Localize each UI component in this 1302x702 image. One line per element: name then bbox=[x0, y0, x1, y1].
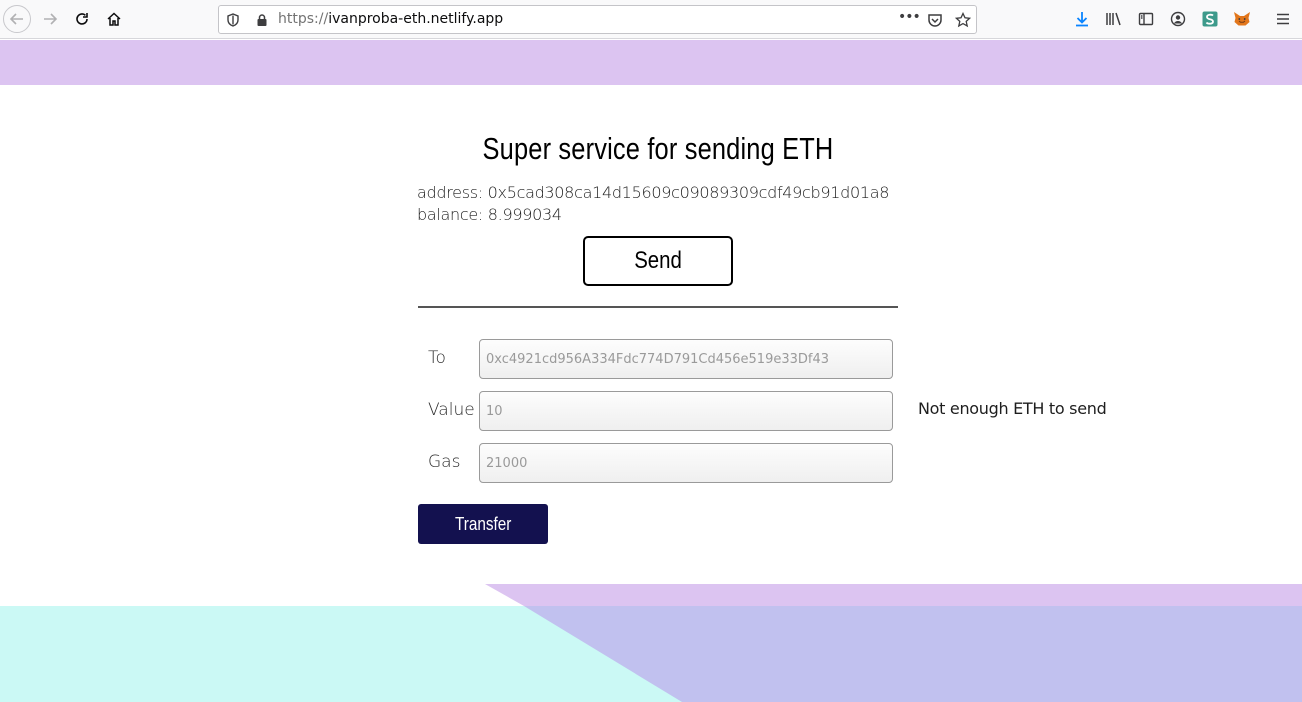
transfer-button[interactable]: Transfer bbox=[418, 504, 548, 544]
lock-icon[interactable] bbox=[254, 12, 270, 28]
page-title: Super service for sending ETH bbox=[482, 131, 834, 166]
metamask-fox-icon[interactable] bbox=[1233, 10, 1251, 28]
forward-button[interactable] bbox=[36, 5, 64, 33]
send-button[interactable]: Send bbox=[583, 236, 733, 286]
account-icon[interactable] bbox=[1169, 10, 1187, 28]
browser-toolbar: https://ivanproba-eth.netlify.app ••• bbox=[0, 0, 1302, 39]
gas-label: Gas bbox=[428, 452, 461, 472]
downloads-icon[interactable] bbox=[1073, 10, 1091, 28]
url-scheme: https:// bbox=[278, 11, 329, 27]
balance-label: balance: bbox=[417, 205, 488, 224]
reload-button[interactable] bbox=[68, 5, 96, 33]
to-label: To bbox=[428, 348, 446, 368]
home-button[interactable] bbox=[100, 5, 128, 33]
sidebar-icon[interactable] bbox=[1137, 10, 1155, 28]
address-label: address: bbox=[417, 183, 488, 202]
header-band bbox=[0, 40, 1302, 85]
page-actions-icon[interactable]: ••• bbox=[898, 9, 921, 25]
forward-arrow-icon bbox=[44, 13, 58, 25]
error-message: Not enough ETH to send bbox=[918, 399, 1107, 418]
bottom-decoration bbox=[0, 584, 1302, 702]
address-line: address: 0x5cad308ca14d15609c09089309cdf… bbox=[417, 183, 889, 202]
balance-line: balance: 8.999034 bbox=[417, 205, 562, 224]
divider bbox=[418, 306, 898, 308]
tracking-shield-icon[interactable] bbox=[225, 12, 241, 28]
balance-value: 8.999034 bbox=[487, 205, 562, 224]
url-host: ivanproba-eth.netlify.app bbox=[328, 11, 504, 27]
url-text[interactable]: https://ivanproba-eth.netlify.app bbox=[278, 11, 503, 27]
value-input[interactable] bbox=[479, 391, 893, 431]
home-icon bbox=[107, 12, 121, 26]
reload-icon bbox=[76, 13, 88, 25]
bookmark-star-icon[interactable] bbox=[955, 12, 971, 28]
library-icon[interactable] bbox=[1105, 10, 1123, 28]
address-value: 0x5cad308ca14d15609c09089309cdf49cb91d01… bbox=[487, 183, 890, 202]
back-button[interactable] bbox=[3, 5, 31, 33]
extension-s-icon[interactable] bbox=[1201, 10, 1219, 28]
send-button-label: Send bbox=[634, 247, 682, 274]
transfer-button-label: Transfer bbox=[454, 513, 512, 534]
gas-input[interactable] bbox=[479, 443, 893, 483]
bottom-lavender-shape bbox=[485, 584, 1302, 606]
url-bar[interactable]: https://ivanproba-eth.netlify.app ••• bbox=[218, 5, 977, 34]
pocket-icon[interactable] bbox=[927, 12, 943, 28]
value-label: Value bbox=[428, 400, 475, 420]
back-arrow-icon bbox=[9, 13, 23, 25]
to-input[interactable] bbox=[479, 339, 893, 379]
menu-icon[interactable] bbox=[1274, 10, 1292, 28]
